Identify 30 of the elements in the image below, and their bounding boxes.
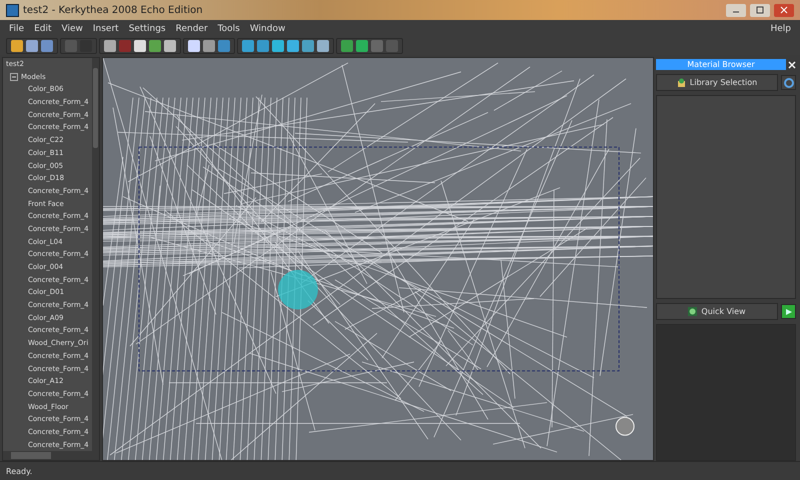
maximize-icon [756, 6, 764, 14]
window-title: test2 - Kerkythea 2008 Echo Edition [23, 4, 204, 16]
maximize-button[interactable] [750, 4, 770, 16]
library-icon [676, 78, 686, 87]
menu-item[interactable]: Render [170, 24, 213, 34]
refresh-button[interactable] [781, 75, 796, 90]
render-preview-button[interactable] [781, 304, 796, 320]
menu-item[interactable]: Tools [212, 24, 245, 34]
panel-title: Material Browser [656, 59, 786, 70]
menu-item[interactable]: Insert [88, 24, 124, 34]
close-icon [780, 6, 788, 14]
collapse-toggle-icon[interactable] [10, 73, 18, 82]
menu-item[interactable]: Window [244, 24, 290, 34]
app-icon [6, 4, 19, 16]
refresh-icon [784, 78, 794, 88]
menu-item[interactable]: Edit [29, 24, 56, 34]
close-button[interactable] [774, 4, 794, 16]
play-icon [784, 308, 792, 316]
sphere-icon [688, 307, 698, 316]
quick-view-button[interactable]: Quick View [656, 303, 778, 320]
menu-item[interactable]: View [56, 24, 88, 34]
status-text: Ready. [6, 466, 32, 476]
library-selection-button[interactable]: Library Selection [656, 74, 778, 91]
menu-item[interactable]: Settings [124, 24, 171, 34]
menu-item[interactable]: Help [765, 24, 796, 34]
close-icon[interactable] [788, 60, 796, 68]
menu-item[interactable]: File [4, 24, 30, 34]
vertical-scrollbar[interactable] [92, 58, 99, 451]
horizontal-scrollbar[interactable] [3, 451, 99, 460]
minimize-button[interactable] [726, 4, 746, 16]
